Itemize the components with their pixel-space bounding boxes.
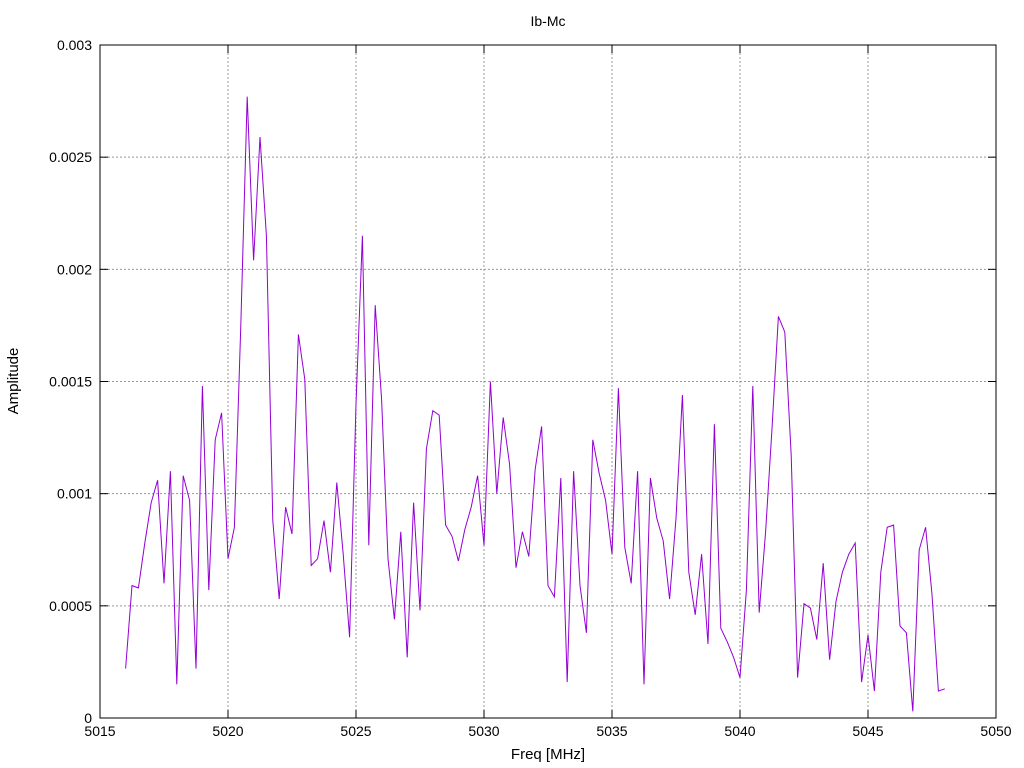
y-tick-label: 0.0025 [49,149,92,165]
x-tick-label: 5025 [340,723,371,739]
x-tick-label: 5050 [980,723,1011,739]
y-tick-label: 0.001 [57,486,92,502]
y-tick-label: 0.002 [57,261,92,277]
x-tick-label: 5040 [724,723,755,739]
y-tick-label: 0.003 [57,37,92,53]
line-chart: 5015 5020 5025 5030 5035 5040 5045 5050 00.0005… [0,0,1024,768]
x-tick-label: 5045 [852,723,883,739]
x-tick-label: 5030 [468,723,499,739]
x-tick-label: 5035 [596,723,627,739]
x-tick-label: 5020 [212,723,243,739]
y-tick-label: 0.0015 [49,374,92,390]
y-axis-label: Amplitude [5,348,22,415]
chart-title: Ib-Mc [531,13,566,29]
y-tick-label: 0.0005 [49,598,92,614]
x-axis-label: Freq [MHz] [511,746,585,763]
y-tick-label: 0 [84,710,92,726]
